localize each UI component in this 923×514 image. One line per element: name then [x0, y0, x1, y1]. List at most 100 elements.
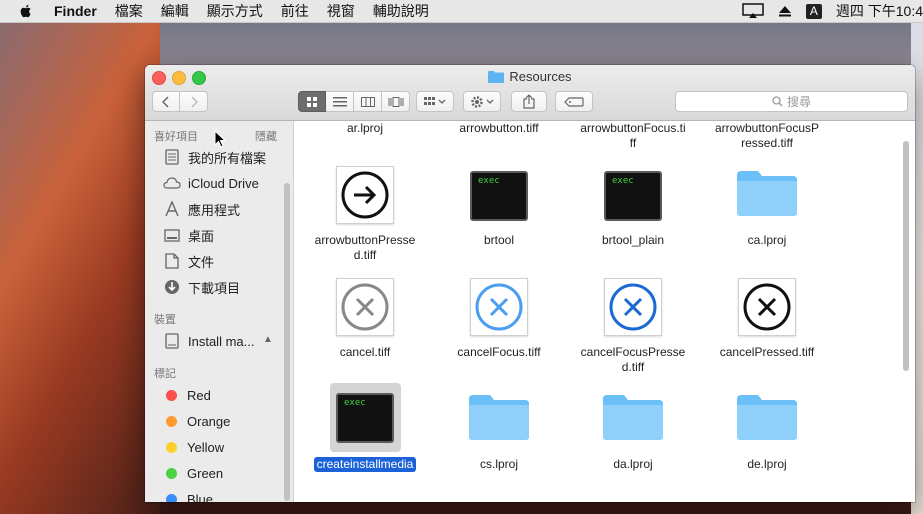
sidebar-item-label: Yellow — [187, 439, 225, 455]
file-item[interactable]: brtool — [434, 233, 564, 248]
sidebar-item-label: 應用程式 — [188, 202, 241, 218]
file-thumbnail[interactable] — [336, 278, 394, 336]
file-item[interactable]: arrowbuttonPresse d.tiff — [300, 233, 430, 263]
search-placeholder: 搜尋 — [786, 95, 811, 109]
sidebar-heading-tags: 標記 — [154, 368, 176, 380]
input-method-badge[interactable]: A — [805, 3, 822, 19]
sidebar-scrollbar[interactable] — [284, 183, 290, 501]
cancel-circle-icon — [341, 283, 389, 331]
tag-color-dot — [166, 415, 177, 427]
search-field[interactable]: 搜尋 — [675, 91, 908, 112]
sidebar-item-label: Blue — [187, 491, 214, 503]
sidebar: 喜好項目 隱藏 我的所有檔案 iCloud Drive 應用程式 桌面 文件 下… — [145, 121, 294, 502]
sidebar-item-applications[interactable]: 應用程式 — [163, 198, 240, 220]
cancel-circle-icon — [743, 283, 791, 331]
tag-color-dot — [166, 493, 177, 502]
sidebar-item-tag-orange[interactable]: Orange — [163, 410, 230, 432]
eject-icon[interactable]: ▲ — [263, 334, 273, 345]
file-thumbnail[interactable] — [736, 393, 798, 446]
sidebar-item-tag-red[interactable]: Red — [163, 384, 211, 406]
file-thumbnail[interactable] — [468, 393, 530, 446]
tag-icon — [564, 96, 584, 107]
back-button[interactable] — [152, 91, 180, 112]
file-item[interactable]: cs.lproj — [434, 457, 564, 472]
forward-button[interactable] — [180, 91, 208, 112]
sidebar-item-tag-yellow[interactable]: Yellow — [163, 436, 224, 458]
file-thumbnail[interactable]: exec — [336, 393, 394, 443]
file-icon-grid: ar.lproj arrowbutton.tiff arrowbuttonFoc… — [294, 121, 915, 502]
sidebar-item-label: 我的所有檔案 — [188, 150, 267, 166]
menu-file[interactable]: 檔案 — [115, 1, 143, 21]
sidebar-item-install-drive[interactable]: Install ma... — [163, 330, 254, 352]
file-thumbnail[interactable] — [470, 278, 528, 336]
search-icon — [772, 96, 783, 107]
menu-app-name[interactable]: Finder — [54, 3, 97, 19]
eject-icon[interactable] — [778, 4, 792, 18]
sidebar-item-tag-green[interactable]: Green — [163, 462, 223, 484]
sidebar-item-label: Green — [187, 465, 224, 481]
file-label: de.lproj — [747, 457, 787, 471]
coverflow-view-button[interactable] — [382, 91, 410, 112]
file-item[interactable]: brtool_plain — [568, 233, 698, 248]
file-thumbnail[interactable] — [736, 169, 798, 222]
file-label: cancel.tiff — [339, 345, 391, 359]
file-item[interactable]: cancelFocusPresse d.tiff — [568, 345, 698, 375]
sidebar-heading-favorites: 喜好項目 — [154, 131, 198, 143]
icon-grid-icon — [307, 96, 317, 107]
menu-view[interactable]: 顯示方式 — [207, 1, 263, 21]
sidebar-item-downloads[interactable]: 下載項目 — [163, 276, 240, 298]
finder-window: Resources 搜尋 喜好項目 隱藏 我的所有檔案 iCloud Drive… — [145, 65, 915, 502]
cancel-circle-icon — [609, 283, 657, 331]
file-thumbnail[interactable] — [336, 166, 394, 224]
tag-color-dot — [166, 467, 177, 479]
window-toolbar: Resources 搜尋 — [145, 65, 915, 121]
action-button[interactable] — [463, 91, 501, 112]
all-files-icon — [163, 148, 181, 166]
file-thumbnail[interactable]: exec — [470, 171, 528, 221]
folder-icon — [603, 395, 663, 440]
menu-edit[interactable]: 編輯 — [161, 1, 189, 21]
menu-window[interactable]: 視窗 — [327, 1, 355, 21]
menu-help[interactable]: 輔助說明 — [373, 1, 429, 21]
file-item[interactable]: de.lproj — [702, 457, 832, 472]
file-thumbnail[interactable] — [604, 278, 662, 336]
nav-buttons — [152, 91, 208, 112]
sidebar-item-tag-blue[interactable]: Blue — [163, 488, 213, 502]
file-item[interactable]: arrowbuttonFocusP ressed.tiff — [702, 121, 832, 151]
sidebar-item-all-files[interactable]: 我的所有檔案 — [163, 146, 266, 168]
file-item[interactable]: da.lproj — [568, 457, 698, 472]
sidebar-hide-link[interactable]: 隱藏 — [255, 128, 277, 144]
file-item[interactable]: cancel.tiff — [300, 345, 430, 360]
sidebar-item-desktop[interactable]: 桌面 — [163, 224, 214, 246]
share-button[interactable] — [511, 91, 547, 112]
file-item[interactable]: cancelPressed.tiff — [702, 345, 832, 360]
file-thumbnail[interactable]: exec — [604, 171, 662, 221]
list-view-button[interactable] — [326, 91, 354, 112]
cloud-icon — [163, 174, 181, 192]
column-view-button[interactable] — [354, 91, 382, 112]
file-item[interactable]: arrowbuttonFocus.ti ff — [568, 121, 698, 151]
arrange-button[interactable] — [416, 91, 454, 112]
content-scrollbar[interactable] — [903, 141, 909, 371]
file-item[interactable]: cancelFocus.tiff — [434, 345, 564, 360]
tags-button[interactable] — [555, 91, 593, 112]
file-label: cancelFocus.tiff — [457, 345, 541, 359]
file-item[interactable]: arrowbutton.tiff — [434, 121, 564, 136]
file-item[interactable]: ar.lproj — [300, 121, 430, 136]
apple-icon[interactable] — [18, 3, 34, 19]
sidebar-item-label: iCloud Drive — [188, 175, 259, 191]
list-icon — [332, 96, 347, 106]
file-thumbnail[interactable] — [738, 278, 796, 336]
file-thumbnail[interactable] — [602, 393, 664, 446]
file-label: ar.lproj — [346, 121, 384, 135]
sidebar-item-documents[interactable]: 文件 — [163, 250, 214, 272]
menu-clock[interactable]: 週四 下午10:4 — [836, 1, 923, 21]
sidebar-item-icloud[interactable]: iCloud Drive — [163, 172, 259, 194]
icon-view-button[interactable] — [298, 91, 326, 112]
airplay-icon[interactable] — [742, 3, 764, 19]
file-item[interactable]: ca.lproj — [702, 233, 832, 248]
view-mode-control — [298, 91, 410, 112]
menu-go[interactable]: 前往 — [281, 1, 309, 21]
file-item-selected[interactable]: createinstallmedia — [300, 457, 430, 472]
tag-color-dot — [166, 441, 177, 453]
